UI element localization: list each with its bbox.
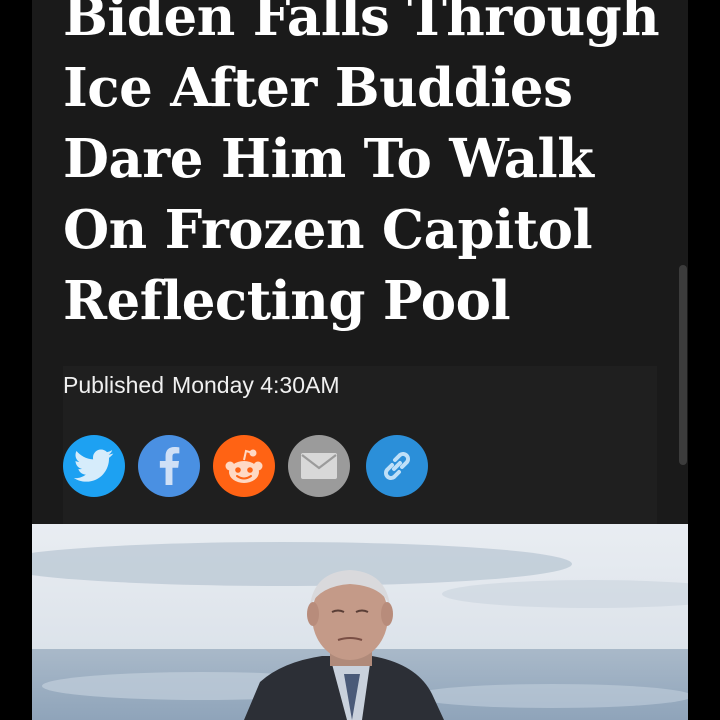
envelope-icon [301, 453, 337, 479]
article-container: Biden Falls Through Ice After Buddies Da… [32, 0, 688, 720]
reddit-alien-icon [225, 449, 263, 483]
headline-line: Biden Falls Through [63, 0, 660, 48]
chain-link-icon [384, 452, 410, 480]
article-headline: Biden Falls Through Ice After Buddies Da… [63, 0, 663, 337]
headline-line: Dare Him To Walk [63, 128, 594, 190]
reddit-share-button[interactable] [213, 435, 275, 497]
published-label: Published [63, 372, 165, 398]
published-time: Monday 4:30AM [172, 372, 340, 398]
link-share-button[interactable] [366, 435, 428, 497]
twitter-bird-icon [74, 449, 114, 482]
facebook-f-icon [159, 447, 180, 485]
hero-photo [32, 524, 688, 720]
published-date: Published Monday 4:30AM [63, 372, 340, 399]
headline-line: Reflecting Pool [63, 270, 511, 332]
twitter-share-button[interactable] [63, 435, 125, 497]
article-hero-image [32, 524, 688, 720]
article-meta: Published Monday 4:30AM [63, 366, 657, 524]
screen: Biden Falls Through Ice After Buddies Da… [0, 0, 720, 720]
facebook-share-button[interactable] [138, 435, 200, 497]
scrollbar[interactable] [679, 265, 687, 465]
email-share-button[interactable] [288, 435, 350, 497]
headline-line: On Frozen Capitol [63, 199, 593, 261]
headline-line: Ice After Buddies [63, 57, 573, 119]
